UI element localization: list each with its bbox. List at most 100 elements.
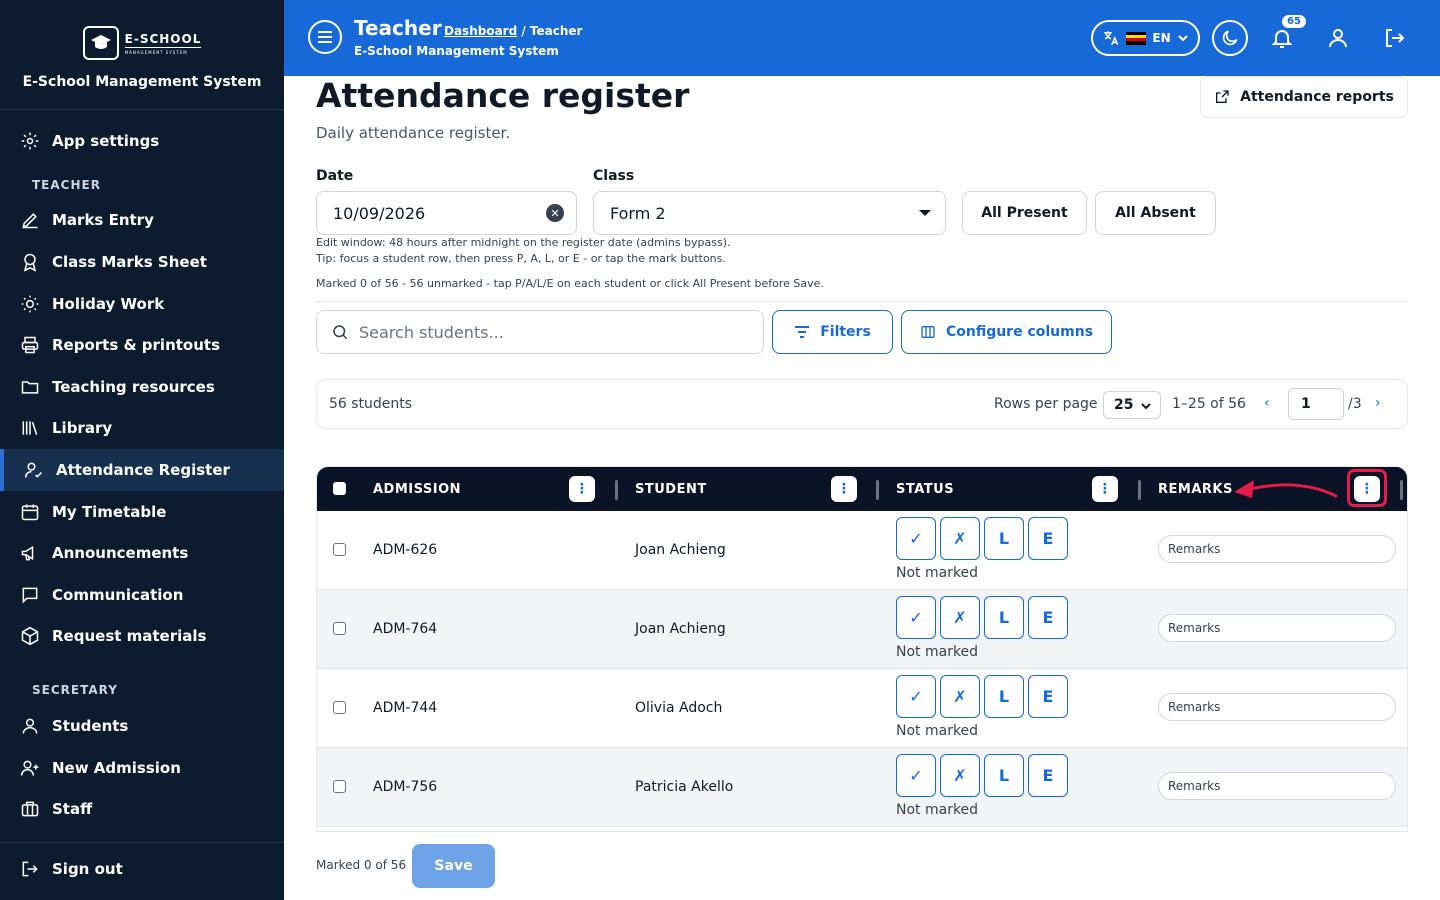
printer-icon [21,336,39,354]
sign-out-button[interactable]: Sign out [0,843,284,895]
header-subtitle: E-School Management System [354,44,559,58]
columns-icon [921,326,935,338]
sidebar-item-label: Holiday Work [52,294,165,313]
table-row[interactable]: ADM-756 Patricia Akello ✓ ✗ L E Not mark… [317,748,1407,827]
mark-late-button[interactable]: L [984,754,1024,797]
mark-present-button[interactable]: ✓ [896,517,936,560]
remarks-input[interactable]: Remarks [1158,772,1396,800]
mark-absent-button[interactable]: ✗ [940,596,980,639]
filters-button[interactable]: Filters [772,310,893,354]
sidebar-item-reports-printouts[interactable]: Reports & printouts [0,324,284,366]
save-button[interactable]: Save [412,844,495,888]
sidebar-item-students[interactable]: Students [0,705,284,747]
profile-button[interactable] [1324,24,1352,52]
mark-present-button[interactable]: ✓ [896,596,936,639]
clear-date-icon[interactable]: ✕ [546,204,564,222]
column-header-student: STUDENT [635,482,707,497]
language-selector[interactable]: EN [1091,20,1200,56]
admission-cell: ADM-626 [373,542,438,558]
column-menu-icon[interactable]: ⋮ [1092,476,1118,502]
sidebar-item-label: App settings [52,131,160,150]
student-count: 56 students [329,396,413,412]
sidebar-item-label: Staff [52,800,93,819]
rows-per-page-select[interactable]: 25 [1103,391,1161,419]
column-resizer[interactable] [1138,480,1141,500]
next-page-icon[interactable]: › [1375,395,1381,411]
theme-toggle-button[interactable] [1212,20,1248,56]
mark-excused-button[interactable]: E [1028,675,1068,718]
sidebar-item-new-admission[interactable]: New Admission [0,747,284,789]
mark-late-button[interactable]: L [984,596,1024,639]
hamburger-icon [318,31,332,43]
table-row[interactable]: ADM-764 Joan Achieng ✓ ✗ L E Not marked … [317,590,1407,669]
class-select[interactable]: Form 2 [593,191,946,235]
mark-absent-button[interactable]: ✗ [940,754,980,797]
mark-absent-button[interactable]: ✗ [940,675,980,718]
row-checkbox[interactable] [333,622,346,635]
system-name: E-School Management System [22,74,262,90]
sidebar-item-label: Teaching resources [52,377,215,396]
configure-columns-button[interactable]: Configure columns [901,310,1112,354]
attendance-reports-button[interactable]: Attendance reports [1200,76,1408,118]
pagination-bar: 56 students Rows per page 25 1–25 of 56 … [316,379,1408,429]
search-box[interactable] [316,310,764,354]
column-menu-icon[interactable]: ⋮ [831,476,857,502]
student-cell: Joan Achieng [635,542,726,558]
breadcrumb-dashboard-link[interactable]: Dashboard [444,24,517,38]
top-bar: Teacher Dashboard / Teacher E-School Man… [284,0,1440,76]
mark-excused-button[interactable]: E [1028,754,1068,797]
annotation-arrow-icon [1234,480,1338,498]
sidebar-item-my-timetable[interactable]: My Timetable [0,491,284,533]
remarks-input[interactable]: Remarks [1158,535,1396,563]
sidebar-item-marks-entry[interactable]: Marks Entry [0,200,284,242]
select-all-checkbox[interactable] [333,482,346,495]
student-cell: Olivia Adoch [635,700,723,716]
mark-present-button[interactable]: ✓ [896,675,936,718]
sidebar-item-app-settings[interactable]: App settings [0,120,284,162]
prev-page-icon[interactable]: ‹ [1264,395,1270,411]
sidebar-item-class-marks-sheet[interactable]: Class Marks Sheet [0,241,284,283]
row-checkbox[interactable] [333,701,346,714]
sidebar-item-attendance-register[interactable]: Attendance Register [0,449,284,491]
row-checkbox[interactable] [333,780,346,793]
rows-per-page-value: 25 [1114,397,1134,413]
mark-excused-button[interactable]: E [1028,517,1068,560]
briefcase-icon [21,801,39,817]
page-input[interactable]: 1 [1288,388,1344,420]
date-input[interactable]: 10/09/2026 ✕ [316,191,577,235]
keyboard-tip: Tip: focus a student row, then press P, … [316,252,726,265]
user-plus-icon [20,760,39,776]
filter-icon [795,326,810,338]
table-row[interactable]: ADM-744 Olivia Adoch ✓ ✗ L E Not marked … [317,669,1407,748]
mark-excused-button[interactable]: E [1028,596,1068,639]
sidebar-item-request-materials[interactable]: Request materials [0,616,284,658]
all-absent-button[interactable]: All Absent [1095,191,1216,235]
column-header-admission: ADMISSION [373,482,462,497]
row-checkbox[interactable] [333,543,346,556]
table-row[interactable]: ADM-626 Joan Achieng ✓ ✗ L E Not marked … [317,511,1407,590]
remarks-input[interactable]: Remarks [1158,614,1396,642]
column-resizer[interactable] [615,480,618,500]
sidebar-item-communication[interactable]: Communication [0,574,284,616]
column-resizer[interactable] [1400,480,1403,500]
mark-late-button[interactable]: L [984,517,1024,560]
annotation-highlight-box [1347,469,1387,507]
menu-toggle-button[interactable] [308,20,342,54]
all-present-button[interactable]: All Present [962,191,1087,235]
logout-button[interactable] [1380,24,1408,52]
mark-late-button[interactable]: L [984,675,1024,718]
sidebar-item-teaching-resources[interactable]: Teaching resources [0,366,284,408]
column-resizer[interactable] [876,480,879,500]
sidebar-item-library[interactable]: Library [0,408,284,450]
remarks-input[interactable]: Remarks [1158,693,1396,721]
sidebar-item-announcements[interactable]: Announcements [0,532,284,574]
search-input[interactable] [359,322,739,342]
sidebar-item-staff[interactable]: Staff [0,788,284,830]
sidebar-item-holiday-work[interactable]: Holiday Work [0,283,284,325]
mark-absent-button[interactable]: ✗ [940,517,980,560]
breadcrumb: Dashboard / Teacher [444,24,582,38]
notifications-button[interactable]: 65 [1268,15,1306,52]
column-menu-icon[interactable]: ⋮ [569,476,595,502]
sidebar-item-label: Marks Entry [52,211,154,230]
mark-present-button[interactable]: ✓ [896,754,936,797]
